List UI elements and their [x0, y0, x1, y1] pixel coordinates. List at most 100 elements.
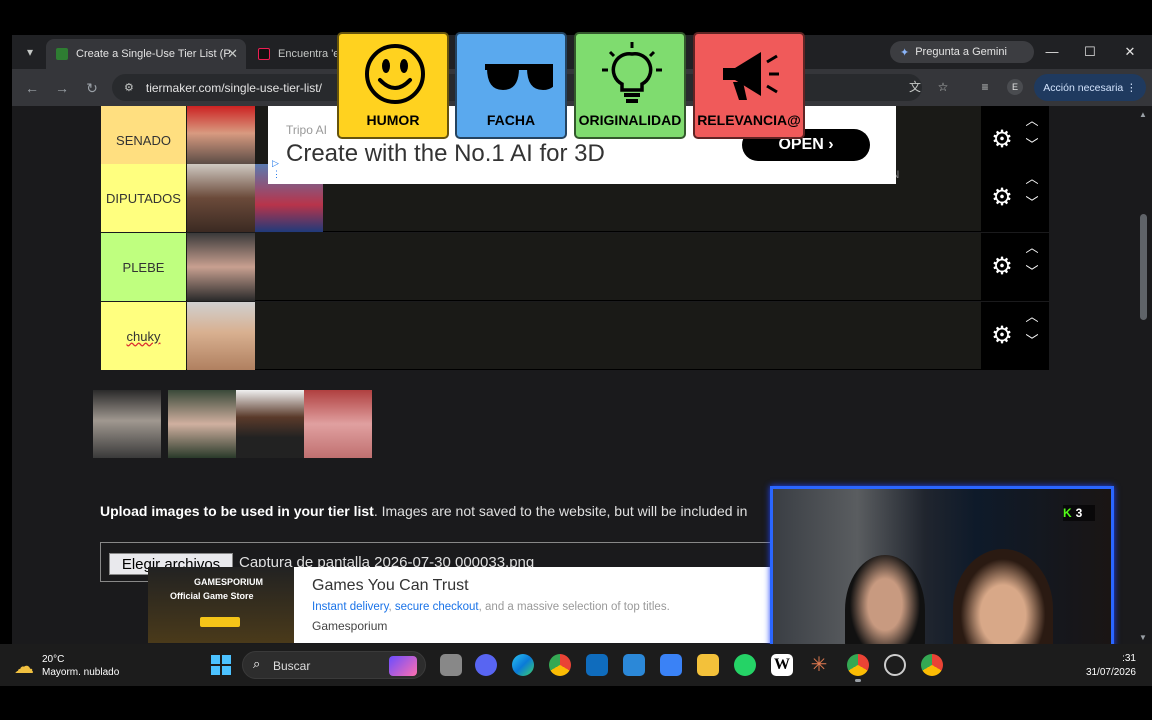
- translate-icon[interactable]: 文: [906, 78, 924, 96]
- pool-item-image[interactable]: [304, 390, 372, 458]
- tab-title: Create a Single-Use Tier List (P: [76, 48, 231, 60]
- chevron-down-icon[interactable]: ﹀: [1023, 196, 1041, 210]
- pool-item-image[interactable]: [236, 390, 304, 458]
- rating-card-facha: FACHA: [455, 32, 567, 139]
- maximize-icon[interactable]: ☐: [1076, 41, 1104, 63]
- outlook-icon[interactable]: [586, 654, 608, 676]
- profile-avatar[interactable]: E: [1007, 79, 1023, 95]
- store-icon[interactable]: [660, 654, 682, 676]
- claude-icon[interactable]: ✳: [808, 654, 830, 676]
- windows-start-icon[interactable]: [211, 655, 231, 675]
- edge-icon[interactable]: [512, 654, 534, 676]
- tab-second[interactable]: Encuentra 'el: [248, 39, 348, 69]
- rating-card-humor: HUMOR: [337, 32, 449, 139]
- rating-label: RELEVANCIA@: [697, 112, 801, 128]
- scroll-down-icon[interactable]: ▼: [1139, 633, 1147, 642]
- bookmark-star-icon[interactable]: ☆: [934, 78, 952, 96]
- gear-icon[interactable]: ⚙: [989, 127, 1015, 153]
- action-needed-button[interactable]: Acción necesaria ⋮: [1034, 74, 1146, 101]
- pool-item-image[interactable]: [168, 390, 236, 458]
- reload-icon[interactable]: ↻: [82, 78, 102, 98]
- clock-date: 31/07/2026: [1085, 667, 1136, 678]
- task-view-icon[interactable]: [440, 654, 462, 676]
- kick-count: 3: [1075, 506, 1083, 520]
- gs-subtitle: Official Game Store: [170, 591, 254, 601]
- tier-label-text: chuky: [126, 328, 161, 344]
- scroll-up-icon[interactable]: ▲: [1139, 110, 1147, 119]
- gear-icon[interactable]: ⚙: [989, 185, 1015, 211]
- chevron-up-icon[interactable]: ︿: [1023, 114, 1041, 128]
- gemini-icon: ✦: [900, 46, 910, 59]
- upload-bold-text: Upload images to be used in your tier li…: [100, 503, 374, 519]
- gamesporium-ad[interactable]: GAMESPORIUM Official Game Store Games Yo…: [148, 567, 770, 643]
- gs-brand: GAMESPORIUM: [194, 577, 264, 587]
- ad-info-icon[interactable]: ▷ ⋮: [272, 158, 281, 180]
- active-app-indicator: [855, 679, 861, 682]
- tier-row: chuky ⚙ ︿ ﹀: [101, 302, 1049, 370]
- tab-active[interactable]: Create a Single-Use Tier List (P ✕: [46, 39, 246, 69]
- tab-search-icon[interactable]: ▾: [20, 42, 40, 62]
- chevron-down-icon[interactable]: ﹀: [1023, 138, 1041, 152]
- streamer-left: [845, 555, 925, 651]
- scroll-thumb[interactable]: [1140, 214, 1147, 320]
- minimize-icon[interactable]: —: [1038, 41, 1066, 63]
- close-window-icon[interactable]: ✕: [1116, 41, 1144, 63]
- page-scrollbar[interactable]: ▲ ▼: [1136, 106, 1152, 644]
- tier-label[interactable]: chuky: [101, 302, 186, 370]
- pool-item-image[interactable]: [93, 390, 161, 458]
- upload-instructions: Upload images to be used in your tier li…: [100, 503, 747, 519]
- url-text: tiermaker.com/single-use-tier-list/: [145, 80, 322, 95]
- chevron-down-icon[interactable]: ﹀: [1023, 265, 1041, 279]
- chevron-up-icon[interactable]: ︿: [1023, 172, 1041, 186]
- weather-cloud-icon: ☁: [14, 656, 34, 678]
- ad-description: Instant delivery, secure checkout, and a…: [312, 601, 670, 613]
- close-tab-icon[interactable]: ✕: [227, 46, 238, 62]
- tier-item-image[interactable]: [187, 233, 255, 301]
- gear-icon[interactable]: ⚙: [989, 323, 1015, 349]
- reading-list-icon[interactable]: ≡: [976, 78, 994, 96]
- tier-label[interactable]: DIPUTADOS: [101, 164, 186, 232]
- webcam-background: [773, 489, 1111, 651]
- site-info-icon[interactable]: ⚙: [124, 81, 134, 94]
- file-explorer-icon[interactable]: [697, 654, 719, 676]
- smiley-icon: [365, 44, 425, 104]
- action-needed-label: Acción necesaria: [1043, 81, 1124, 94]
- weather-widget[interactable]: ☁ 20°C Mayorm. nublado: [14, 652, 144, 680]
- forward-icon[interactable]: →: [52, 78, 72, 98]
- search-icon: ⌕: [253, 656, 261, 671]
- ad-source: Gamesporium: [312, 619, 388, 633]
- whatsapp-icon[interactable]: [734, 654, 756, 676]
- rating-card-relevancia: RELEVANCIA@: [693, 32, 805, 139]
- taskbar: ☁ 20°C Mayorm. nublado ⌕ Buscar W ✳ :31 …: [0, 644, 1152, 686]
- ad-title: Games You Can Trust: [312, 577, 469, 594]
- tier-item-image[interactable]: [187, 164, 255, 232]
- chevron-down-icon[interactable]: ﹀: [1023, 334, 1041, 348]
- chrome-icon-2[interactable]: [847, 654, 869, 676]
- tier-label[interactable]: PLEBE: [101, 233, 186, 301]
- gemini-button[interactable]: ✦ Pregunta a Gemini: [890, 41, 1034, 63]
- discord-icon[interactable]: [475, 654, 497, 676]
- system-clock[interactable]: :31 31/07/2026: [1086, 652, 1136, 680]
- webcam-overlay: K3: [770, 486, 1114, 654]
- ad-headline: Create with the No.1 AI for 3D: [286, 140, 605, 167]
- temperature: 20°C: [42, 654, 65, 665]
- chrome-icon-3[interactable]: [921, 654, 943, 676]
- gear-icon[interactable]: ⚙: [989, 254, 1015, 280]
- taskbar-search[interactable]: ⌕ Buscar: [242, 651, 426, 679]
- wikipedia-icon[interactable]: W: [771, 654, 793, 676]
- kick-viewer-badge: K3: [1063, 505, 1095, 521]
- gamesporium-ad-image: GAMESPORIUM Official Game Store: [148, 567, 294, 643]
- megaphone-icon: [723, 52, 779, 100]
- tab-title: Encuentra 'el: [278, 48, 342, 60]
- chatgpt-icon[interactable]: [884, 654, 906, 676]
- kick-logo-icon: K: [1063, 506, 1072, 520]
- tier-controls: ⚙ ︿ ﹀: [981, 164, 1049, 232]
- screen: ▾ Create a Single-Use Tier List (P ✕ Enc…: [0, 0, 1152, 720]
- chevron-up-icon[interactable]: ︿: [1023, 241, 1041, 255]
- calendar-icon[interactable]: [623, 654, 645, 676]
- chrome-icon[interactable]: [549, 654, 571, 676]
- tier-item-image[interactable]: [187, 302, 255, 370]
- upload-rest-text: . Images are not saved to the website, b…: [373, 503, 748, 519]
- back-icon[interactable]: ←: [22, 78, 42, 98]
- chevron-up-icon[interactable]: ︿: [1023, 310, 1041, 324]
